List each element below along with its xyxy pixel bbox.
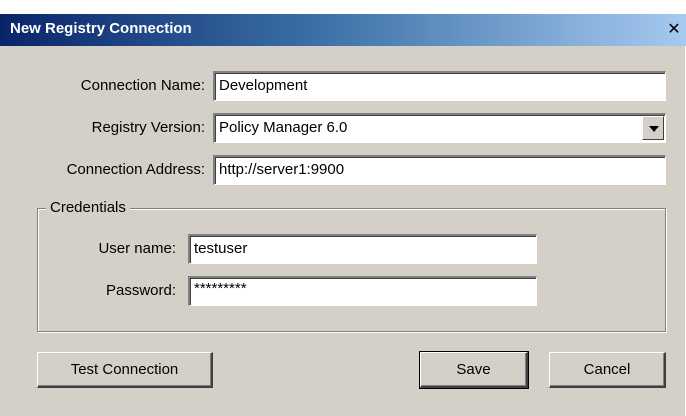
save-button[interactable]: Save bbox=[419, 351, 529, 389]
cancel-button[interactable]: Cancel bbox=[549, 352, 666, 388]
password-label: Password: bbox=[105, 282, 176, 299]
registry-version-label: Registry Version: bbox=[91, 119, 205, 136]
title-bar[interactable]: New Registry Connection ✕ bbox=[0, 14, 686, 46]
credentials-legend: Credentials bbox=[46, 199, 130, 217]
registry-version-value: Policy Manager 6.0 bbox=[219, 119, 348, 136]
connection-name-label: Connection Name: bbox=[80, 77, 205, 94]
window-title: New Registry Connection bbox=[10, 20, 192, 37]
credentials-groupbox bbox=[37, 208, 666, 332]
registry-version-select[interactable]: Policy Manager 6.0 bbox=[213, 113, 666, 143]
connection-address-label: Connection Address: bbox=[66, 161, 205, 178]
chevron-down-icon[interactable] bbox=[642, 116, 664, 140]
connection-name-input[interactable]: Development bbox=[213, 71, 666, 101]
top-strip bbox=[0, 0, 686, 14]
username-input[interactable]: testuser bbox=[188, 234, 537, 264]
username-label: User name: bbox=[98, 240, 176, 257]
close-icon[interactable]: ✕ bbox=[664, 19, 684, 39]
password-input[interactable]: ********* bbox=[188, 276, 537, 306]
test-connection-button[interactable]: Test Connection bbox=[37, 352, 213, 388]
registry-connection-dialog: New Registry Connection ✕ Connection Nam… bbox=[0, 0, 686, 416]
connection-address-input[interactable]: http://server1:9900 bbox=[213, 155, 666, 185]
